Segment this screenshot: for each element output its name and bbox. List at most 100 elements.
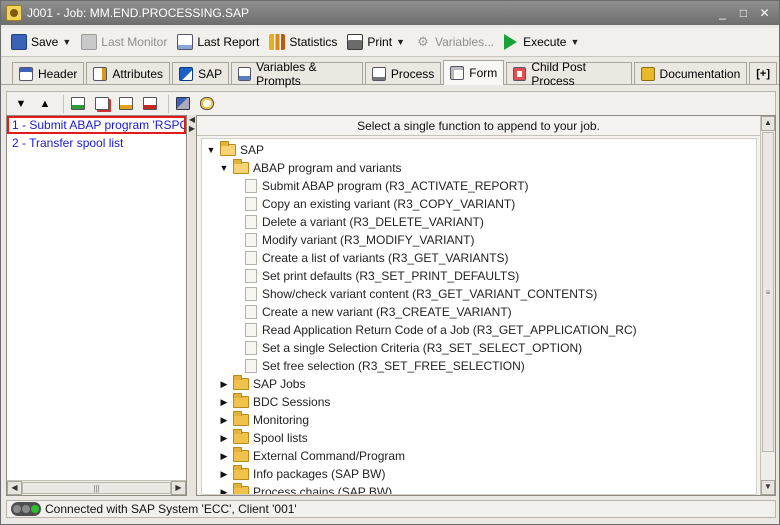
tab-add[interactable]: [+] [749,62,777,84]
scroll-left-icon[interactable]: ◀ [7,481,22,495]
add-step-button[interactable] [68,94,88,114]
last-monitor-button[interactable]: Last Monitor [77,30,171,54]
maximize-button[interactable]: □ [735,5,752,21]
close-button[interactable]: ✕ [756,5,773,21]
separator [63,94,64,113]
list-item[interactable]: 1 - Submit ABAP program 'RSPO0041' [7,116,186,134]
tree-leaf-function[interactable]: Show/check variant content (R3_GET_VARIA… [245,285,597,303]
tree-node-label: ABAP program and variants [253,161,402,175]
horizontal-scrollbar[interactable]: ◀ ||| ▶ [7,480,186,495]
expanded-arrow-icon[interactable]: ▼ [219,163,229,173]
function-icon [245,251,257,265]
status-text: Connected with SAP System 'ECC', Client … [45,502,297,516]
tab-child-post-process[interactable]: Child Post Process [506,60,632,88]
tree-node-process-chains[interactable]: ▶ Process chains (SAP BW) [219,483,392,495]
scroll-down-icon[interactable]: ▼ [761,480,775,495]
collapsed-arrow-icon[interactable]: ▶ [219,469,229,480]
tab-attributes-label: Attributes [112,66,164,81]
execute-button[interactable]: Execute ▼ [500,30,583,54]
wizard-button[interactable] [173,94,193,114]
tab-form[interactable]: Form [443,60,505,85]
folder-icon [233,411,249,426]
job-window: J001 - Job: MM.END.PROCESSING.SAP _ □ ✕ … [0,0,780,525]
tree-leaf-function[interactable]: Set free selection (R3_SET_FREE_SELECTIO… [245,357,525,375]
collapse-right-icon[interactable]: ▶ [188,124,196,133]
tree-node-sap[interactable]: ▼ SAP [206,141,264,159]
scrollbar-thumb[interactable]: ≡ [762,132,774,452]
collapsed-arrow-icon[interactable]: ▶ [219,451,229,462]
variables-icon [238,66,252,81]
tree-leaf-label: Set print defaults (R3_SET_PRINT_DEFAULT… [262,269,520,283]
tab-variables-prompts[interactable]: Variables & Prompts [231,60,363,88]
tree-leaf-function[interactable]: Read Application Return Code of a Job (R… [245,321,637,339]
minimize-button[interactable]: _ [714,5,731,21]
tree-node-bdc-sessions[interactable]: ▶ BDC Sessions [219,393,330,411]
folder-icon [233,429,249,444]
process-icon [371,66,386,81]
play-icon [504,34,518,50]
tree-node-monitoring[interactable]: ▶ Monitoring [219,411,309,429]
print-button[interactable]: Print ▼ [343,30,409,54]
chevron-down-icon[interactable]: ▼ [62,37,71,47]
tree-leaf-function[interactable]: Delete a variant (R3_DELETE_VARIANT) [245,213,484,231]
tree-node-abap-program[interactable]: ▼ ABAP program and variants [219,159,402,177]
bar-chart-icon [269,34,286,50]
statistics-label: Statistics [289,35,338,49]
attributes-icon [93,66,108,81]
panel-splitter[interactable]: ◀ ▶ [188,115,196,496]
edit-step-button[interactable] [116,94,136,114]
collapsed-arrow-icon[interactable]: ▶ [219,487,229,495]
tab-process[interactable]: Process [364,62,442,84]
last-report-button[interactable]: Last Report [173,30,263,54]
tree-leaf-function[interactable]: Create a list of variants (R3_GET_VARIAN… [245,249,509,267]
collapsed-arrow-icon[interactable]: ▶ [219,397,229,408]
tree-leaf-label: Set a single Selection Criteria (R3_SET_… [262,341,583,355]
report-icon [177,34,194,50]
child-process-icon [513,66,527,81]
tab-documentation[interactable]: Documentation [633,62,748,84]
tree-node-label: SAP [240,143,265,157]
collapse-left-icon[interactable]: ◀ [188,115,196,124]
comment-button[interactable] [197,94,217,114]
chevron-down-icon[interactable]: ▼ [396,37,405,47]
tree-node-info-packages[interactable]: ▶ Info packages (SAP BW) [219,465,386,483]
scrollbar-thumb[interactable]: ||| [22,482,171,494]
tree-leaf-function[interactable]: Set a single Selection Criteria (R3_SET_… [245,339,582,357]
add-step-icon [71,97,85,110]
copy-step-button[interactable] [92,94,112,114]
last-report-label: Last Report [197,35,260,49]
scroll-right-icon[interactable]: ▶ [171,481,186,495]
list-item[interactable]: 2 - Transfer spool list [7,134,186,152]
scroll-up-icon[interactable]: ▲ [761,116,775,131]
delete-step-button[interactable] [140,94,160,114]
tree-node-spool-lists[interactable]: ▶ Spool lists [219,429,308,447]
vertical-scrollbar[interactable]: ▲ ≡ ▼ [760,116,775,495]
open-folder-icon [233,159,249,174]
statistics-button[interactable]: Statistics [265,30,341,54]
last-monitor-label: Last Monitor [101,35,168,49]
tree-leaf-function[interactable]: Modify variant (R3_MODIFY_VARIANT) [245,231,475,249]
folder-icon [233,465,249,480]
tab-sap[interactable]: SAP [172,62,230,84]
tree-leaf-function[interactable]: Submit ABAP program (R3_ACTIVATE_REPORT) [245,177,529,195]
tree-leaf-function[interactable]: Copy an existing variant (R3_COPY_VARIAN… [245,195,515,213]
execute-label: Execute [523,35,567,49]
move-down-button[interactable]: ▼ [11,94,31,114]
tree-leaf-function[interactable]: Set print defaults (R3_SET_PRINT_DEFAULT… [245,267,519,285]
folder-icon [233,483,249,494]
variables-button[interactable]: ⚙ Variables... [411,30,498,54]
expanded-arrow-icon[interactable]: ▼ [206,145,216,155]
tree-node-sap-jobs[interactable]: ▶ SAP Jobs [219,375,305,393]
tree-leaf-function[interactable]: Create a new variant (R3_CREATE_VARIANT) [245,303,512,321]
floppy-disk-icon [11,34,27,50]
function-icon [245,215,257,229]
tab-header[interactable]: Header [12,62,85,84]
collapsed-arrow-icon[interactable]: ▶ [219,433,229,444]
tree-node-external-command[interactable]: ▶ External Command/Program [219,447,405,465]
collapsed-arrow-icon[interactable]: ▶ [219,415,229,426]
chevron-down-icon[interactable]: ▼ [570,37,579,47]
save-button[interactable]: Save ▼ [7,30,75,54]
collapsed-arrow-icon[interactable]: ▶ [219,379,229,390]
tab-attributes[interactable]: Attributes [86,62,171,84]
move-up-button[interactable]: ▲ [35,94,55,114]
